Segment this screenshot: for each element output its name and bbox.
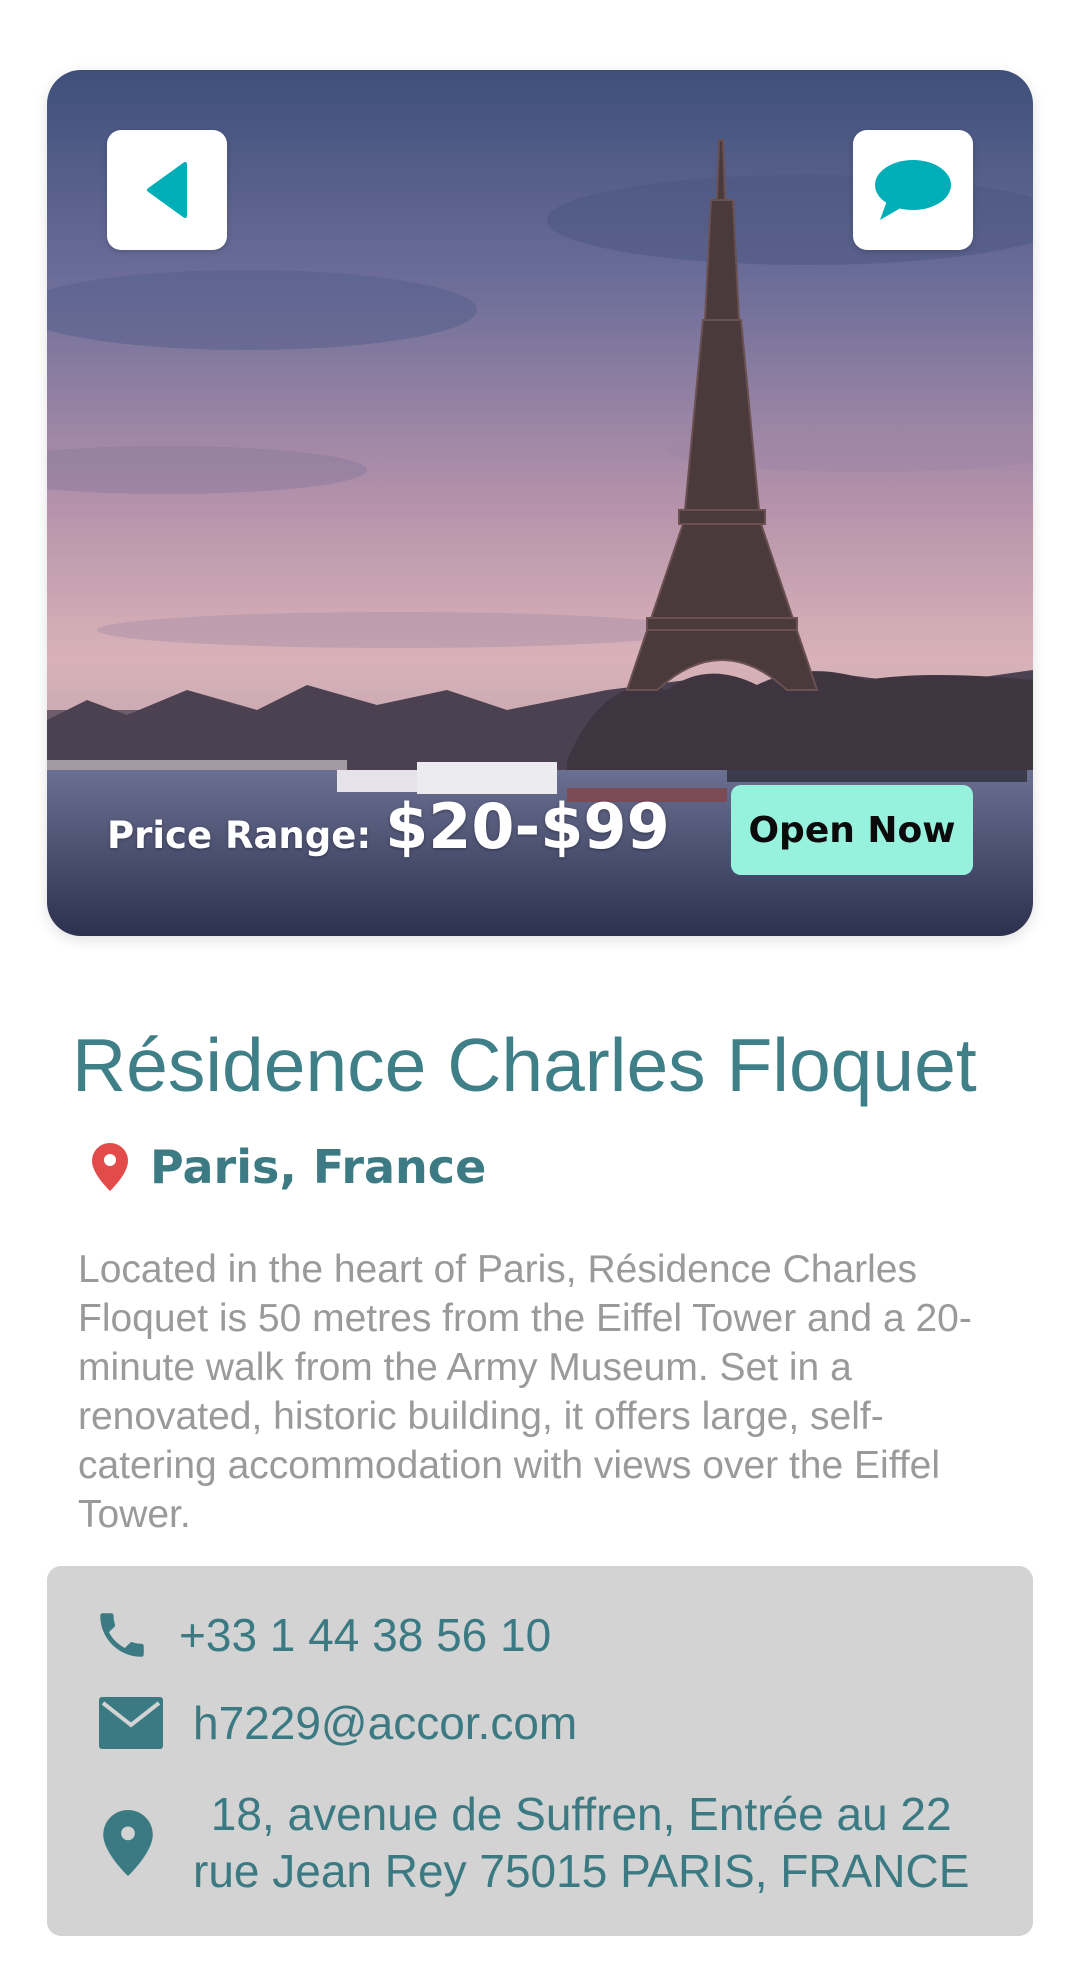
mail-icon — [99, 1697, 163, 1749]
price-range-label: Price Range: — [107, 814, 372, 857]
map-pin-icon — [92, 1143, 128, 1191]
hotel-title: Résidence Charles Floquet — [72, 1023, 977, 1107]
hero-card: Price Range: $20-$99 Open Now — [47, 70, 1033, 936]
contact-phone: +33 1 44 38 56 10 — [179, 1609, 552, 1661]
contact-phone-row[interactable]: +33 1 44 38 56 10 — [93, 1606, 551, 1664]
contact-email: h7229@accor.com — [193, 1697, 578, 1749]
back-button[interactable] — [107, 130, 227, 250]
contact-email-row[interactable]: h7229@accor.com — [99, 1696, 577, 1750]
location-text: Paris, France — [150, 1140, 487, 1194]
back-arrow-icon — [147, 162, 187, 218]
price-range: Price Range: $20-$99 — [107, 790, 670, 863]
contact-address-row[interactable]: 18, avenue de Suffren, Entrée au 22 rue … — [103, 1786, 969, 1900]
phone-icon — [100, 1613, 144, 1657]
map-pin-icon — [103, 1810, 153, 1876]
chat-button[interactable] — [853, 130, 973, 250]
chat-bubble-icon — [875, 160, 951, 220]
contact-address: 18, avenue de Suffren, Entrée au 22 rue … — [193, 1788, 970, 1897]
open-now-button[interactable]: Open Now — [731, 785, 973, 875]
price-range-value: $20-$99 — [385, 790, 670, 863]
hotel-description: Located in the heart of Paris, Résidence… — [78, 1248, 972, 1536]
contact-panel: +33 1 44 38 56 10 h7229@accor.com 18, av… — [47, 1566, 1033, 1936]
location-row: Paris, France — [92, 1140, 486, 1194]
